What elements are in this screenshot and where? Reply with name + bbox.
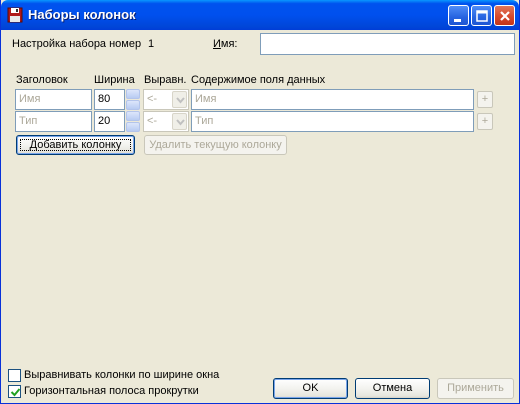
width-spinner[interactable] <box>126 111 140 132</box>
align-select-value: <- <box>147 93 158 105</box>
minimize-icon <box>454 19 461 22</box>
header-heading: Заголовок <box>16 74 68 86</box>
maximize-icon <box>476 10 488 22</box>
header-align: Выравн. <box>144 74 187 86</box>
align-select[interactable]: <- <box>143 111 189 132</box>
maximize-button[interactable] <box>471 5 492 26</box>
spin-down-icon[interactable] <box>126 100 140 110</box>
chevron-down-icon <box>172 91 187 108</box>
header-width: Ширина <box>94 74 135 86</box>
row-width-input[interactable]: 20 <box>94 111 125 132</box>
name-label: Имя: <box>213 38 238 50</box>
row-heading-input[interactable]: Имя <box>15 89 92 110</box>
focus-rectangle <box>20 139 131 151</box>
delete-column-button[interactable]: Удалить текущую колонку <box>144 135 287 155</box>
minimize-button[interactable] <box>448 5 469 26</box>
cancel-button[interactable]: Отмена <box>355 378 430 399</box>
header-content: Содержимое поля данных <box>191 74 326 86</box>
set-number-label: Настройка набора номер <box>12 38 142 50</box>
spin-down-icon[interactable] <box>126 122 140 132</box>
close-button[interactable] <box>494 5 515 26</box>
save-disk-icon <box>7 7 23 23</box>
set-number-value: 1 <box>148 38 155 50</box>
fit-columns-label: Выравнивать колонки по ширине окна <box>24 369 220 381</box>
align-select-value: <- <box>147 115 158 127</box>
row-add-field-button[interactable]: + <box>477 91 493 108</box>
apply-button[interactable]: Применить <box>437 378 514 399</box>
add-column-button[interactable]: Добавить колонку <box>16 135 135 155</box>
close-icon <box>500 11 510 21</box>
window-title: Наборы колонок <box>28 7 136 22</box>
title-bar[interactable]: Наборы колонок <box>1 0 519 30</box>
dialog-window: Наборы колонок Настройка набора номер 1 … <box>0 0 520 404</box>
h-scroll-checkbox[interactable] <box>8 385 21 398</box>
ok-button[interactable]: OK <box>273 378 348 399</box>
spin-up-icon[interactable] <box>126 89 140 99</box>
checkmark-icon <box>10 388 21 397</box>
row-heading-input[interactable]: Тип <box>15 111 92 132</box>
row-content-input[interactable]: Имя <box>191 89 474 110</box>
spin-up-icon[interactable] <box>126 111 140 121</box>
width-spinner[interactable] <box>126 89 140 110</box>
row-width-input[interactable]: 80 <box>94 89 125 110</box>
fit-columns-checkbox[interactable] <box>8 369 21 382</box>
row-content-input[interactable]: Тип <box>191 111 474 132</box>
align-select[interactable]: <- <box>143 89 189 110</box>
name-input[interactable] <box>260 33 515 55</box>
chevron-down-icon <box>172 113 187 130</box>
h-scroll-label: Горизонтальная полоса прокрутки <box>24 385 199 397</box>
row-add-field-button[interactable]: + <box>477 113 493 130</box>
